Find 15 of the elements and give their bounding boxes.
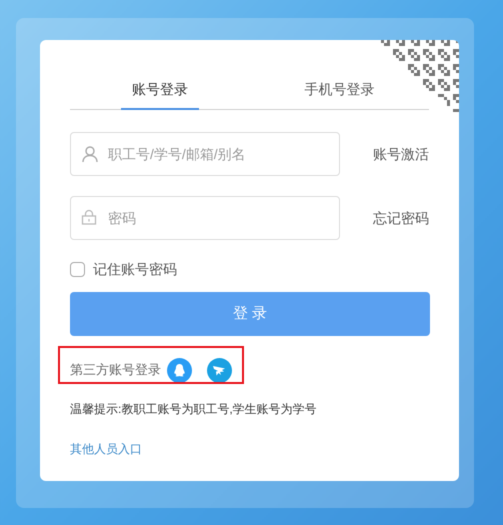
login-tab[interactable]: 手机号登录: [250, 68, 429, 110]
activate-account-link[interactable]: 账号激活: [373, 144, 429, 164]
remember-checkbox[interactable]: [70, 262, 85, 276]
penguin-icon[interactable]: [167, 358, 192, 382]
forgot-password-link[interactable]: 忘记密码: [373, 208, 429, 228]
username-field[interactable]: 职工号/学号/邮箱/别名: [70, 132, 340, 176]
user-icon: [81, 145, 99, 163]
other-entry-link[interactable]: 其他人员入口: [70, 440, 142, 458]
third-party-label: 第三方账号登录: [70, 361, 161, 380]
lock-icon: [81, 209, 97, 225]
remember-label: 记住账号密码: [93, 260, 177, 278]
tip-text: 温馨提示:教职工账号为职工号,学生账号为学号: [70, 401, 318, 418]
login-tab[interactable]: 账号登录: [70, 68, 250, 110]
bird-icon[interactable]: [207, 358, 232, 382]
password-field[interactable]: 密码: [70, 196, 340, 240]
